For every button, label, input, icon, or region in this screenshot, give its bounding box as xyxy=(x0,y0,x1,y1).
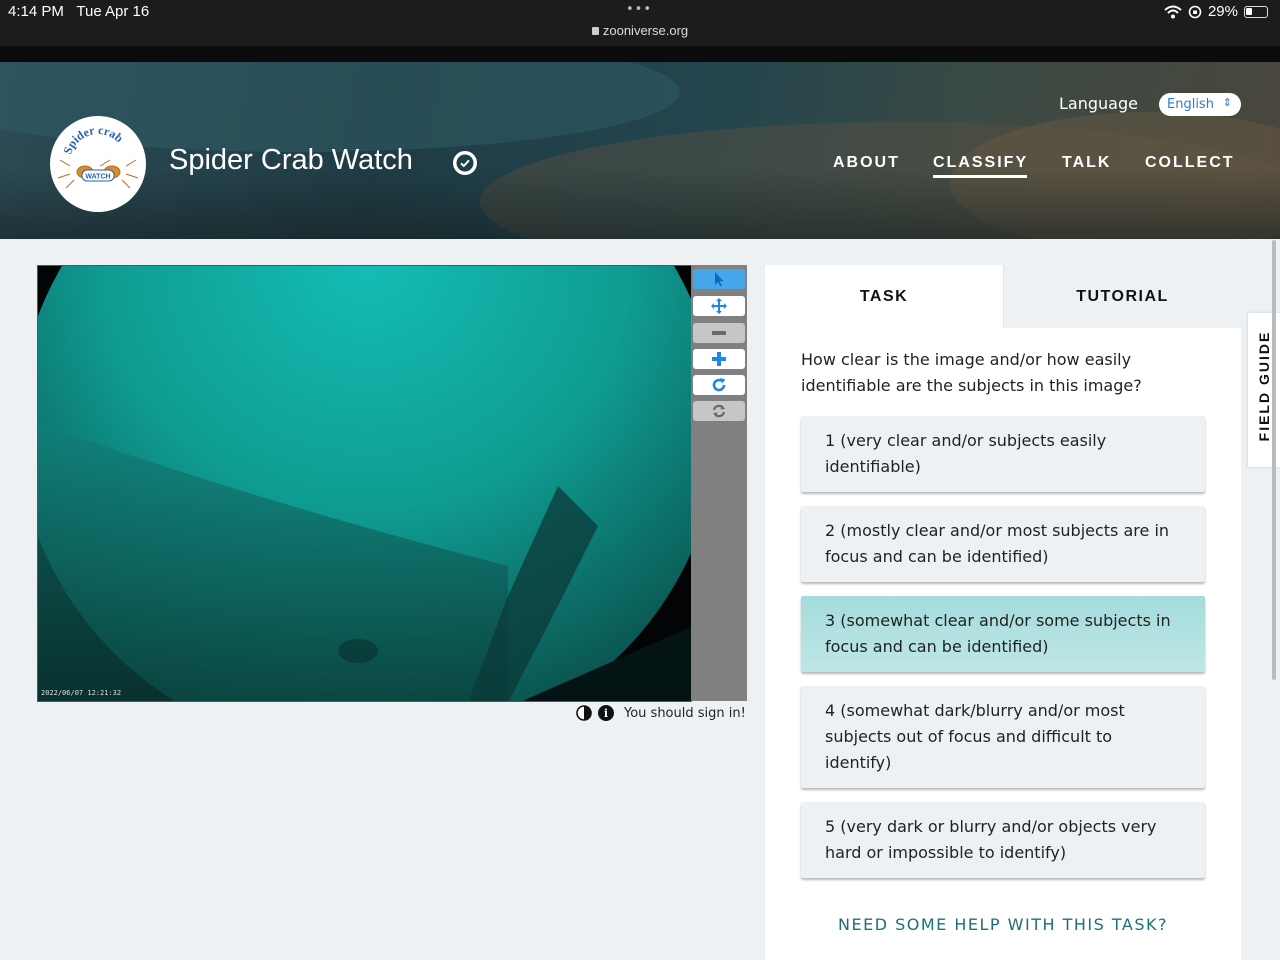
tab-tutorial[interactable]: TUTORIAL xyxy=(1003,265,1241,328)
verified-badge-icon xyxy=(453,151,477,175)
nav-classify[interactable]: CLASSIFY xyxy=(933,154,1028,172)
reset-icon xyxy=(712,404,726,418)
chevron-updown-icon: ⇕ xyxy=(1222,96,1232,109)
project-header: Spider crab WATCH Spider Crab Watch Lang… xyxy=(0,62,1280,239)
time-text: 4:14 PM xyxy=(8,3,64,20)
nav-talk[interactable]: TALK xyxy=(1062,154,1111,172)
answer-label: 1 (very clear and/or subjects easily ide… xyxy=(825,431,1107,476)
project-logo[interactable]: Spider crab WATCH xyxy=(50,116,146,212)
battery-percent: 29% xyxy=(1207,3,1238,20)
task-help-link[interactable]: NEED SOME HELP WITH THIS TASK? xyxy=(765,915,1241,934)
answer-label: 4 (somewhat dark/blurry and/or most subj… xyxy=(825,701,1125,772)
status-time: 4:14 PM Tue Apr 16 xyxy=(8,3,149,20)
answer-label: 5 (very dark or blurry and/or objects ve… xyxy=(825,817,1157,862)
nav-collect[interactable]: COLLECT xyxy=(1145,154,1235,172)
task-question: How clear is the image and/or how easily… xyxy=(801,350,1142,395)
language-value: English xyxy=(1167,97,1214,112)
answer-label: 2 (mostly clear and/or most subjects are… xyxy=(825,521,1170,566)
rotate-button[interactable] xyxy=(693,375,745,395)
image-timestamp: 2022/06/07 12:21:32 xyxy=(41,689,121,697)
url-text: zooniverse.org xyxy=(602,23,689,38)
svg-text:WATCH: WATCH xyxy=(85,174,110,181)
answer-option-4[interactable]: 4 (somewhat dark/blurry and/or most subj… xyxy=(801,686,1205,788)
wifi-icon xyxy=(1164,5,1182,18)
sign-in-message[interactable]: You should sign in! xyxy=(624,706,746,721)
browser-chrome-strip xyxy=(0,46,1280,62)
tab-task[interactable]: TASK xyxy=(765,265,1003,328)
language-label: Language xyxy=(1059,94,1138,113)
svg-text:Spider crab: Spider crab xyxy=(60,123,126,156)
status-indicators: 29% xyxy=(1164,3,1268,20)
pan-tool-button[interactable] xyxy=(693,296,745,316)
nav-about[interactable]: ABOUT xyxy=(833,154,900,172)
page-scrollbar[interactable] xyxy=(1272,240,1276,680)
answer-label: 3 (somewhat clear and/or some subjects i… xyxy=(825,611,1171,656)
language-select[interactable]: English ⇕ xyxy=(1159,93,1241,116)
answer-option-5[interactable]: 5 (very dark or blurry and/or objects ve… xyxy=(801,802,1205,878)
pointer-icon xyxy=(715,272,724,287)
tab-overview-dots[interactable]: ••• xyxy=(626,2,652,17)
subject-image[interactable]: 2022/06/07 12:21:32 xyxy=(37,265,692,702)
project-title[interactable]: Spider Crab Watch xyxy=(169,144,413,177)
underwater-photo: 2022/06/07 12:21:32 xyxy=(38,266,691,701)
answer-option-1[interactable]: 1 (very clear and/or subjects easily ide… xyxy=(801,416,1205,492)
orientation-lock-icon xyxy=(1188,5,1202,18)
date-text: Tue Apr 16 xyxy=(76,3,150,20)
field-guide-label: FIELD GUIDE xyxy=(1256,330,1272,442)
battery-icon xyxy=(1244,5,1268,18)
spider-crab-logo-icon: Spider crab WATCH xyxy=(57,123,139,189)
pan-icon xyxy=(711,298,727,314)
reset-view-button[interactable] xyxy=(693,401,745,421)
pointer-tool-button[interactable] xyxy=(693,269,745,289)
address-bar[interactable]: zooniverse.org xyxy=(0,23,1280,38)
info-icon[interactable]: i xyxy=(598,705,614,721)
zoom-in-icon xyxy=(712,352,726,366)
answer-option-2[interactable]: 2 (mostly clear and/or most subjects are… xyxy=(801,506,1205,582)
task-panel: TASK TUTORIAL How clear is the image and… xyxy=(765,265,1241,960)
nav-active-indicator xyxy=(933,175,1027,178)
viewer-footer: i You should sign in! xyxy=(576,705,746,721)
zoom-out-icon xyxy=(712,331,726,335)
zoom-out-button[interactable] xyxy=(693,323,745,343)
zoom-in-button[interactable] xyxy=(693,349,745,369)
rotate-icon xyxy=(712,378,726,392)
viewer-toolbar xyxy=(691,265,747,701)
status-bar: 4:14 PM Tue Apr 16 ••• zooniverse.org 29… xyxy=(0,0,1280,46)
lock-icon xyxy=(591,27,599,35)
invert-colors-icon[interactable] xyxy=(576,705,592,721)
answer-option-3[interactable]: 3 (somewhat clear and/or some subjects i… xyxy=(801,596,1205,672)
